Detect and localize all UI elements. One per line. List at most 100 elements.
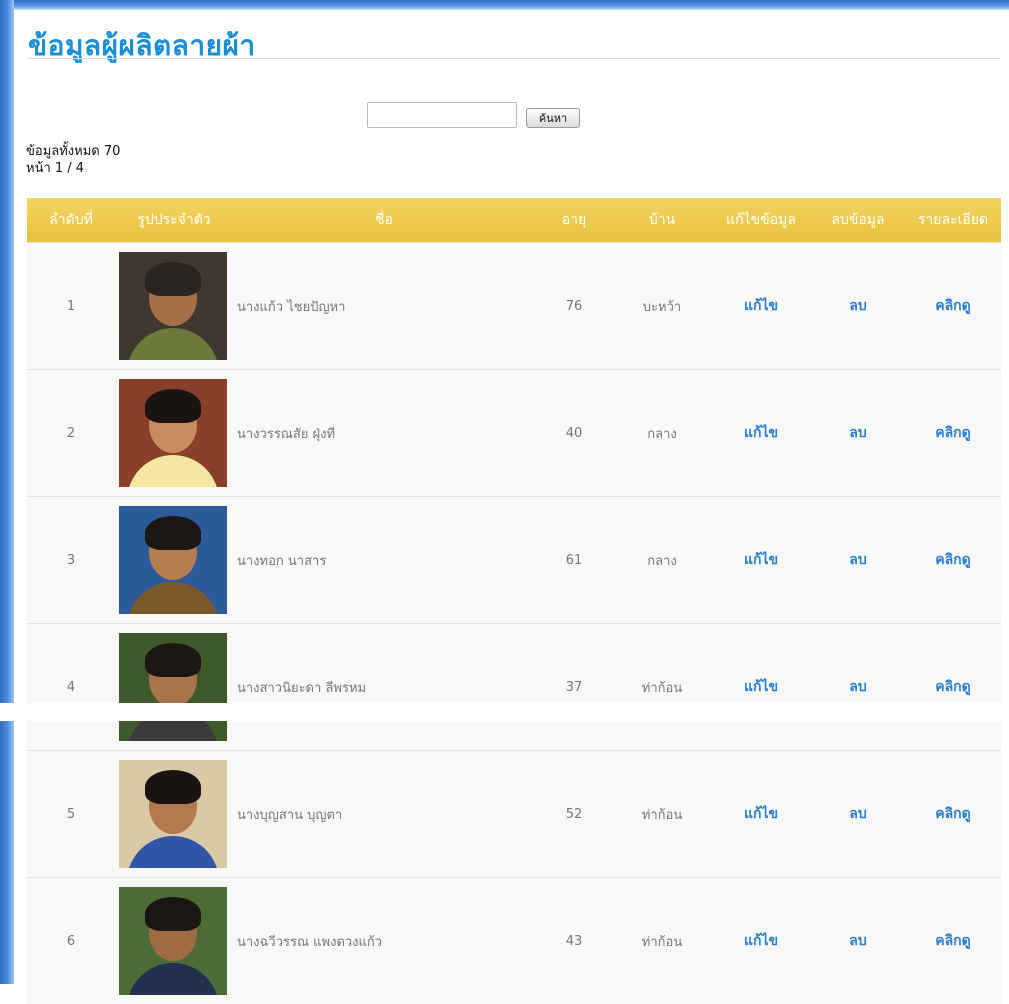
profile-photo-cell — [115, 751, 233, 878]
detail-cell: คลิกดู — [905, 624, 1001, 751]
edit-cell: แก้ไข — [711, 497, 811, 624]
detail-link[interactable]: คลิกดู — [935, 933, 971, 949]
header-village: บ้าน — [613, 198, 711, 243]
photo-shirt — [127, 328, 219, 360]
delete-cell: ลบ — [811, 497, 905, 624]
delete-cell: ลบ — [811, 370, 905, 497]
page-title: ข้อมูลผู้ผลิตลายผ้า — [28, 24, 256, 68]
delete-link[interactable]: ลบ — [849, 552, 866, 568]
photo-hair — [145, 389, 201, 423]
table-header-row: ลำดับที่ รูปประจำตัว ชื่อ อายุ บ้าน แก้ไ… — [27, 198, 1001, 243]
photo-hair — [145, 262, 201, 296]
producer-village: กลาง — [613, 370, 711, 497]
edit-link[interactable]: แก้ไข — [744, 933, 778, 949]
producer-village: ท่าก้อน — [613, 624, 711, 751]
profile-photo — [119, 506, 227, 614]
header-edit: แก้ไขข้อมูล — [711, 198, 811, 243]
edit-link[interactable]: แก้ไข — [744, 679, 778, 695]
page-indicator: หน้า 1 / 4 — [26, 157, 84, 178]
detail-link[interactable]: คลิกดู — [935, 425, 971, 441]
table-row: 5 นางบุญสาน บุญตา 52 ท่าก้อน แก้ไข ลบ คล… — [27, 751, 1001, 878]
delete-cell: ลบ — [811, 624, 905, 751]
photo-hair — [145, 897, 201, 931]
delete-link[interactable]: ลบ — [849, 679, 866, 695]
photo-shirt — [127, 836, 219, 868]
search-input[interactable] — [367, 102, 517, 128]
profile-photo — [119, 760, 227, 868]
header-no: ลำดับที่ — [27, 198, 115, 243]
photo-hair — [145, 770, 201, 804]
header-age: อายุ — [535, 198, 613, 243]
delete-link[interactable]: ลบ — [849, 806, 866, 822]
profile-photo-cell — [115, 370, 233, 497]
detail-cell: คลิกดู — [905, 497, 1001, 624]
delete-cell: ลบ — [811, 878, 905, 1004]
delete-link[interactable]: ลบ — [849, 425, 866, 441]
photo-shirt — [127, 963, 219, 995]
delete-link[interactable]: ลบ — [849, 933, 866, 949]
edit-link[interactable]: แก้ไข — [744, 552, 778, 568]
delete-link[interactable]: ลบ — [849, 298, 866, 314]
producer-age: 40 — [535, 370, 613, 497]
producer-age: 37 — [535, 624, 613, 751]
row-number: 4 — [27, 624, 115, 751]
edit-cell: แก้ไข — [711, 243, 811, 370]
row-number: 1 — [27, 243, 115, 370]
table-row: 3 นางทอก นาสาร 61 กลาง แก้ไข ลบ คลิกดู — [27, 497, 1001, 624]
row-number: 5 — [27, 751, 115, 878]
row-number: 3 — [27, 497, 115, 624]
producer-table: ลำดับที่ รูปประจำตัว ชื่อ อายุ บ้าน แก้ไ… — [27, 198, 1001, 1004]
photo-hair — [145, 643, 201, 677]
table-row: 2 นางวรรณสัย ฝุ่งที 40 กลาง แก้ไข ลบ คลิ… — [27, 370, 1001, 497]
producer-table-wrapper: ลำดับที่ รูปประจำตัว ชื่อ อายุ บ้าน แก้ไ… — [27, 198, 1001, 1004]
table-row: 1 นางแก้ว ไชยปัญหา 76 บะหว้า แก้ไข ลบ คล… — [27, 243, 1001, 370]
edit-cell: แก้ไข — [711, 370, 811, 497]
edit-cell: แก้ไข — [711, 624, 811, 751]
table-row: 4 นางสาวนิยะดา ลีพรหม 37 ท่าก้อน แก้ไข ล… — [27, 624, 1001, 751]
header-photo: รูปประจำตัว — [115, 198, 233, 243]
edit-link[interactable]: แก้ไข — [744, 425, 778, 441]
detail-link[interactable]: คลิกดู — [935, 806, 971, 822]
profile-photo — [119, 633, 227, 741]
profile-photo-cell — [115, 243, 233, 370]
producer-name: นางวรรณสัย ฝุ่งที — [233, 370, 535, 497]
photo-shirt — [127, 582, 219, 614]
row-number: 6 — [27, 878, 115, 1004]
producer-age: 43 — [535, 878, 613, 1004]
producer-name: นางฉวีวรรณ แพงดวงแก้ว — [233, 878, 535, 1004]
producer-name: นางสาวนิยะดา ลีพรหม — [233, 624, 535, 751]
search-button[interactable]: ค้นหา — [526, 108, 580, 128]
header-name: ชื่อ — [233, 198, 535, 243]
detail-link[interactable]: คลิกดู — [935, 552, 971, 568]
screenshot-seam — [0, 703, 1009, 721]
window-frame-top — [0, 0, 1009, 10]
main-content: ข้อมูลผู้ผลิตลายผ้า ค้นหา ข้อมูลทั้งหมด … — [20, 10, 1009, 984]
edit-cell: แก้ไข — [711, 878, 811, 1004]
photo-hair — [145, 516, 201, 550]
edit-link[interactable]: แก้ไข — [744, 298, 778, 314]
detail-cell: คลิกดู — [905, 243, 1001, 370]
producer-village: กลาง — [613, 497, 711, 624]
header-delete: ลบข้อมูล — [811, 198, 905, 243]
profile-photo-cell — [115, 624, 233, 751]
detail-link[interactable]: คลิกดู — [935, 679, 971, 695]
producer-age: 61 — [535, 497, 613, 624]
profile-photo — [119, 252, 227, 360]
profile-photo-cell — [115, 878, 233, 1004]
delete-cell: ลบ — [811, 243, 905, 370]
detail-cell: คลิกดู — [905, 878, 1001, 1004]
detail-cell: คลิกดู — [905, 370, 1001, 497]
photo-shirt — [127, 455, 219, 487]
window-frame-left — [0, 0, 14, 984]
delete-cell: ลบ — [811, 751, 905, 878]
header-detail: รายละเอียด — [905, 198, 1001, 243]
detail-link[interactable]: คลิกดู — [935, 298, 971, 314]
table-row: 6 นางฉวีวรรณ แพงดวงแก้ว 43 ท่าก้อน แก้ไข… — [27, 878, 1001, 1004]
producer-village: บะหว้า — [613, 243, 711, 370]
row-number: 2 — [27, 370, 115, 497]
profile-photo-cell — [115, 497, 233, 624]
edit-link[interactable]: แก้ไข — [744, 806, 778, 822]
producer-age: 76 — [535, 243, 613, 370]
producer-name: นางบุญสาน บุญตา — [233, 751, 535, 878]
producer-village: ท่าก้อน — [613, 878, 711, 1004]
